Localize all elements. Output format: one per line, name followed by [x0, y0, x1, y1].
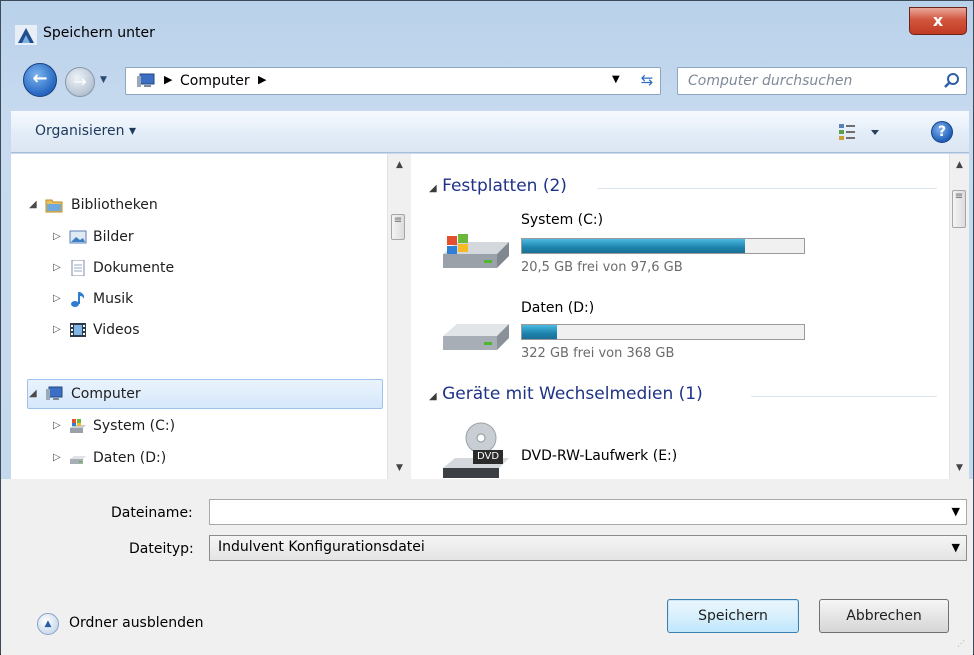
expand-arrow-icon[interactable]: ▷	[53, 224, 61, 250]
breadcrumb-separator-icon[interactable]: ▶	[164, 73, 172, 86]
computer-icon	[137, 73, 155, 87]
drive-name-system-c[interactable]: System (C:)	[521, 212, 603, 228]
address-dropdown-icon[interactable]: ▼	[612, 74, 620, 85]
drive-name-dvd-e[interactable]: DVD-RW-Laufwerk (E:)	[521, 448, 677, 464]
tree-item-videos[interactable]: ▷ Videos	[53, 317, 253, 343]
hide-folders-toggle[interactable]: ▲ Ordner ausblenden	[37, 613, 237, 637]
pictures-icon	[69, 230, 87, 244]
tree-label-computer: Computer	[71, 386, 141, 402]
tree-item-daten-d[interactable]: ▷ Daten (D:)	[53, 445, 253, 471]
tree-label-bilder: Bilder	[93, 229, 134, 245]
drive-free-system-c: 20,5 GB frei von 97,6 GB	[521, 260, 683, 275]
refresh-icon[interactable]: ⇆	[634, 71, 660, 91]
save-as-dialog: Speichern unter x ← → ▼ ▶ Computer ▶ ▼ ⇆…	[0, 0, 974, 655]
address-bar[interactable]: ▶ Computer ▶ ▼ ⇆	[125, 67, 661, 95]
hard-drive-icon	[70, 456, 86, 464]
scrollbar-thumb[interactable]: ≡	[391, 214, 405, 240]
resize-grip-icon[interactable]: ⋰	[957, 639, 965, 648]
group-title-hard-drives: Festplatten (2)	[442, 176, 567, 196]
search-placeholder: Computer durchsuchen	[688, 73, 853, 89]
expand-arrow-icon[interactable]: ▷	[53, 255, 61, 281]
drive-usage-fill	[522, 239, 745, 253]
tree-item-musik[interactable]: ▷ Musik	[53, 286, 253, 312]
tree-label-system-c: System (C:)	[93, 418, 176, 434]
group-header-removable[interactable]: ◢ Geräte mit Wechselmedien (1)	[429, 384, 703, 404]
app-icon	[15, 25, 37, 45]
tree-label-musik: Musik	[93, 291, 134, 307]
chevron-up-icon[interactable]: ▲	[37, 613, 59, 635]
navigation-pane[interactable]: ◢ Bibliotheken ▷ Bilder ▷ Dokumente ▷ Mu…	[11, 154, 387, 479]
system-drive-icon	[70, 419, 86, 433]
content-scrollbar[interactable]: ▲ ≡ ▼	[949, 154, 969, 479]
breadcrumb-chevron-icon[interactable]: ▶	[258, 73, 266, 86]
filetype-value[interactable]: Indulvent Konfigurationsdatei	[218, 539, 425, 555]
drive-usage-bar-daten-d	[521, 324, 805, 340]
cancel-button[interactable]: Abbrechen	[819, 599, 949, 633]
scroll-down-arrow-icon[interactable]: ▼	[950, 463, 969, 473]
computer-icon	[46, 386, 63, 400]
expand-arrow-icon[interactable]: ▷	[53, 413, 61, 439]
expand-arrow-icon[interactable]: ▷	[53, 445, 61, 471]
tree-label-libraries: Bibliotheken	[71, 197, 158, 213]
tree-item-system-c[interactable]: ▷ System (C:)	[53, 413, 253, 439]
filetype-select[interactable]: Indulvent Konfigurationsdatei ▼	[209, 535, 967, 561]
videos-icon	[70, 323, 86, 337]
group-divider	[597, 188, 937, 189]
scroll-up-arrow-icon[interactable]: ▲	[388, 160, 411, 170]
group-collapse-icon[interactable]: ◢	[429, 183, 437, 194]
back-button[interactable]: ←	[23, 63, 57, 97]
scroll-up-arrow-icon[interactable]: ▲	[950, 160, 969, 170]
command-toolbar: Organisieren ▾ ?	[11, 111, 969, 153]
collapse-arrow-icon[interactable]: ◢	[29, 381, 37, 407]
tree-label-videos: Videos	[93, 322, 140, 338]
tree-label-dokumente: Dokumente	[93, 260, 175, 276]
navigation-scrollbar[interactable]: ▲ ≡ ▼	[387, 154, 411, 479]
dvd-badge: DVD	[473, 450, 503, 464]
hide-folders-label: Ordner ausblenden	[69, 615, 204, 631]
search-input[interactable]: Computer durchsuchen	[677, 67, 967, 95]
filename-label: Dateiname:	[111, 505, 193, 521]
group-header-hard-drives[interactable]: ◢ Festplatten (2)	[429, 176, 567, 196]
group-title-removable: Geräte mit Wechselmedien (1)	[442, 384, 703, 404]
filetype-label: Dateityp:	[129, 541, 194, 557]
save-button[interactable]: Speichern	[667, 599, 799, 633]
search-icon[interactable]	[942, 71, 962, 91]
tree-item-computer[interactable]: ◢ Computer	[29, 381, 329, 407]
window-title: Speichern unter	[43, 25, 155, 41]
drive-usage-fill	[522, 325, 558, 339]
filetype-dropdown-icon[interactable]: ▼	[952, 541, 960, 554]
help-button[interactable]: ?	[931, 121, 953, 143]
view-options-icon[interactable]	[837, 121, 887, 143]
filename-dropdown-icon[interactable]: ▼	[952, 505, 960, 518]
organize-menu[interactable]: Organisieren ▾	[35, 123, 136, 139]
scrollbar-thumb[interactable]: ≡	[952, 190, 966, 228]
group-collapse-icon[interactable]: ◢	[429, 391, 437, 402]
tree-item-bilder[interactable]: ▷ Bilder	[53, 224, 253, 250]
filename-input[interactable]: ▼	[209, 499, 967, 525]
tree-item-libraries[interactable]: ◢ Bibliotheken	[29, 192, 329, 218]
tree-label-daten-d: Daten (D:)	[93, 450, 167, 466]
tree-item-dokumente[interactable]: ▷ Dokumente	[53, 255, 253, 281]
scroll-down-arrow-icon[interactable]: ▼	[388, 463, 411, 473]
library-folder-icon	[45, 199, 63, 213]
close-button[interactable]: x	[909, 7, 967, 35]
music-icon	[71, 292, 85, 307]
drive-name-daten-d[interactable]: Daten (D:)	[521, 300, 594, 316]
drive-free-daten-d: 322 GB frei von 368 GB	[521, 346, 675, 361]
expand-arrow-icon[interactable]: ▷	[53, 317, 61, 343]
group-divider	[751, 396, 937, 397]
documents-icon	[71, 260, 85, 276]
hard-drive-icon	[443, 324, 509, 350]
expand-arrow-icon[interactable]: ▷	[53, 286, 61, 312]
title-bar: Speichern unter x	[1, 1, 973, 55]
recent-pages-dropdown[interactable]: ▼	[100, 75, 110, 85]
breadcrumb-computer[interactable]: Computer	[180, 73, 250, 89]
file-form-area: Dateiname: ▼ Dateityp: Indulvent Konfigu…	[1, 479, 973, 655]
system-drive-icon	[443, 234, 509, 268]
forward-button[interactable]: →	[65, 67, 95, 97]
drive-usage-bar-system-c	[521, 238, 805, 254]
content-pane[interactable]: ◢ Festplatten (2) System (C:) 20,5 GB fr…	[411, 154, 949, 479]
collapse-arrow-icon[interactable]: ◢	[29, 192, 37, 218]
